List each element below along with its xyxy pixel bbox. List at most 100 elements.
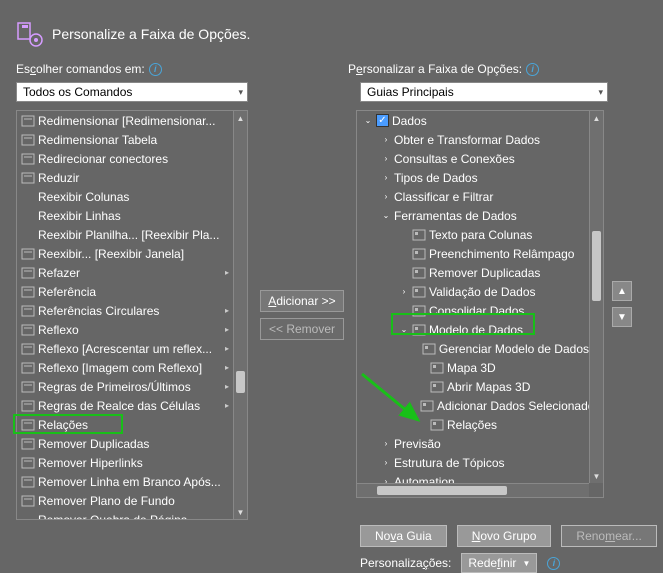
command-item[interactable]: Redirecionar conectores [17, 149, 233, 168]
tree-node[interactable]: Preenchimento Relâmpago [357, 244, 589, 263]
command-item[interactable]: Refazer▸ [17, 263, 233, 282]
tree-label: Remover Duplicadas [429, 266, 540, 280]
command-item[interactable]: Remover Quebra de Página [17, 510, 233, 519]
add-button[interactable]: Adicionar >> [260, 290, 344, 312]
scroll-up-icon[interactable]: ▲ [590, 111, 603, 125]
move-down-button[interactable]: ▼ [612, 307, 632, 327]
scrollbar-vertical[interactable]: ▲ ▼ [233, 111, 247, 519]
command-item[interactable]: Relações [17, 415, 233, 434]
submenu-arrow-icon: ▸ [225, 268, 229, 277]
expand-icon[interactable]: › [399, 287, 409, 296]
tree-node[interactable]: ›Automation [357, 472, 589, 483]
tree-node[interactable]: Gerenciar Modelo de Dados [357, 339, 589, 358]
command-label: Reexibir Colunas [38, 190, 129, 204]
new-group-button[interactable]: Novo Grupo [457, 525, 552, 547]
scroll-thumb[interactable] [592, 231, 601, 301]
scrollbar-vertical[interactable]: ▲ ▼ [589, 111, 603, 483]
tree-label: Texto para Colunas [429, 228, 532, 242]
tree-node[interactable]: Relações [357, 415, 589, 434]
tree-node[interactable]: ›Consultas e Conexões [357, 149, 589, 168]
tree-node[interactable]: ⌄✓Dados [357, 111, 589, 130]
collapse-icon[interactable]: ⌄ [363, 116, 373, 125]
command-item[interactable]: Regras de Realce das Células▸ [17, 396, 233, 415]
command-icon [21, 475, 35, 489]
reset-split-button[interactable]: Redefinir ▼ [461, 553, 537, 573]
expand-icon[interactable]: › [381, 154, 391, 163]
tree-label: Consultas e Conexões [394, 152, 515, 166]
command-item[interactable]: Redimensionar [Redimensionar... [17, 111, 233, 130]
submenu-arrow-icon: ▸ [225, 344, 229, 353]
scroll-thumb[interactable] [236, 371, 245, 393]
scrollbar-horizontal[interactable] [357, 483, 589, 497]
checkbox[interactable]: ✓ [376, 114, 389, 127]
remove-button: << Remover [260, 318, 344, 340]
command-icon [21, 228, 35, 242]
tree-node[interactable]: Abrir Mapas 3D [357, 377, 589, 396]
group-icon [430, 380, 444, 394]
new-tab-button[interactable]: Nova Guia [360, 525, 447, 547]
command-item[interactable]: Remover Plano de Fundo [17, 491, 233, 510]
scroll-down-icon[interactable]: ▼ [590, 469, 603, 483]
tree-node[interactable]: ›Validação de Dados [357, 282, 589, 301]
commands-source-combo[interactable]: Todos os Comandos▾ [16, 82, 248, 102]
expand-icon[interactable]: › [381, 173, 391, 182]
command-item[interactable]: Referências Circulares▸ [17, 301, 233, 320]
commands-list[interactable]: Redimensionar [Redimensionar... Redimensi… [16, 110, 248, 520]
move-up-button[interactable]: ▲ [612, 281, 632, 301]
collapse-icon[interactable]: ⌄ [399, 325, 409, 334]
command-item[interactable]: Reduzir [17, 168, 233, 187]
tree-node[interactable]: ›Obter e Transformar Dados [357, 130, 589, 149]
command-item[interactable]: Reexibir Planilha... [Reexibir Pla... [17, 225, 233, 244]
command-label: Reflexo [Acrescentar um reflex... [38, 342, 212, 356]
command-item[interactable]: Remover Duplicadas [17, 434, 233, 453]
command-label: Reduzir [38, 171, 79, 185]
tree-node[interactable]: ⌄Modelo de Dados [357, 320, 589, 339]
command-icon [21, 361, 35, 375]
command-item[interactable]: Reflexo [Imagem com Reflexo]▸ [17, 358, 233, 377]
command-item[interactable]: Reflexo▸ [17, 320, 233, 339]
collapse-icon[interactable]: ⌄ [381, 211, 391, 220]
command-label: Redimensionar Tabela [38, 133, 157, 147]
tree-node[interactable]: Consolidar Dados [357, 301, 589, 320]
group-icon [412, 266, 426, 280]
tree-node[interactable]: Mapa 3D [357, 358, 589, 377]
tree-label: Obter e Transformar Dados [394, 133, 540, 147]
command-item[interactable]: Referência [17, 282, 233, 301]
tree-node[interactable]: ›Previsão [357, 434, 589, 453]
command-label: Remover Plano de Fundo [38, 494, 175, 508]
tree-label: Mapa 3D [447, 361, 496, 375]
command-item[interactable]: Regras de Primeiros/Últimos▸ [17, 377, 233, 396]
command-icon [21, 190, 35, 204]
scroll-down-icon[interactable]: ▼ [234, 505, 247, 519]
command-item[interactable]: Remover Linha em Branco Após... [17, 472, 233, 491]
expand-icon[interactable]: › [381, 458, 391, 467]
tree-label: Gerenciar Modelo de Dados [439, 342, 589, 356]
tree-node[interactable]: ›Classificar e Filtrar [357, 187, 589, 206]
command-icon [21, 456, 35, 470]
command-item[interactable]: Reexibir... [Reexibir Janela] [17, 244, 233, 263]
tree-node[interactable]: Remover Duplicadas [357, 263, 589, 282]
ribbon-tree[interactable]: ⌄✓Dados›Obter e Transformar Dados›Consul… [356, 110, 604, 498]
scroll-up-icon[interactable]: ▲ [234, 111, 247, 125]
tree-node[interactable]: ›Tipos de Dados [357, 168, 589, 187]
command-item[interactable]: Remover Hiperlinks [17, 453, 233, 472]
command-item[interactable]: Reexibir Colunas [17, 187, 233, 206]
info-icon[interactable]: i [547, 557, 560, 570]
info-icon[interactable]: i [149, 63, 162, 76]
scroll-thumb[interactable] [377, 486, 507, 495]
expand-icon[interactable]: › [381, 135, 391, 144]
ribbon-target-combo[interactable]: Guias Principais▾ [360, 82, 608, 102]
tree-node[interactable]: ⌄Ferramentas de Dados [357, 206, 589, 225]
expand-icon[interactable]: › [381, 439, 391, 448]
info-icon[interactable]: i [526, 63, 539, 76]
expand-icon[interactable]: › [381, 192, 391, 201]
tree-node[interactable]: Adicionar Dados Selecionado [357, 396, 589, 415]
tree-label: Relações [447, 418, 497, 432]
tree-node[interactable]: Texto para Colunas [357, 225, 589, 244]
command-label: Remover Hiperlinks [38, 456, 143, 470]
command-item[interactable]: Reflexo [Acrescentar um reflex... ▸ [17, 339, 233, 358]
command-item[interactable]: Redimensionar Tabela [17, 130, 233, 149]
tree-node[interactable]: ›Estrutura de Tópicos [357, 453, 589, 472]
command-item[interactable]: Reexibir Linhas [17, 206, 233, 225]
customize-ribbon-icon [16, 20, 44, 48]
